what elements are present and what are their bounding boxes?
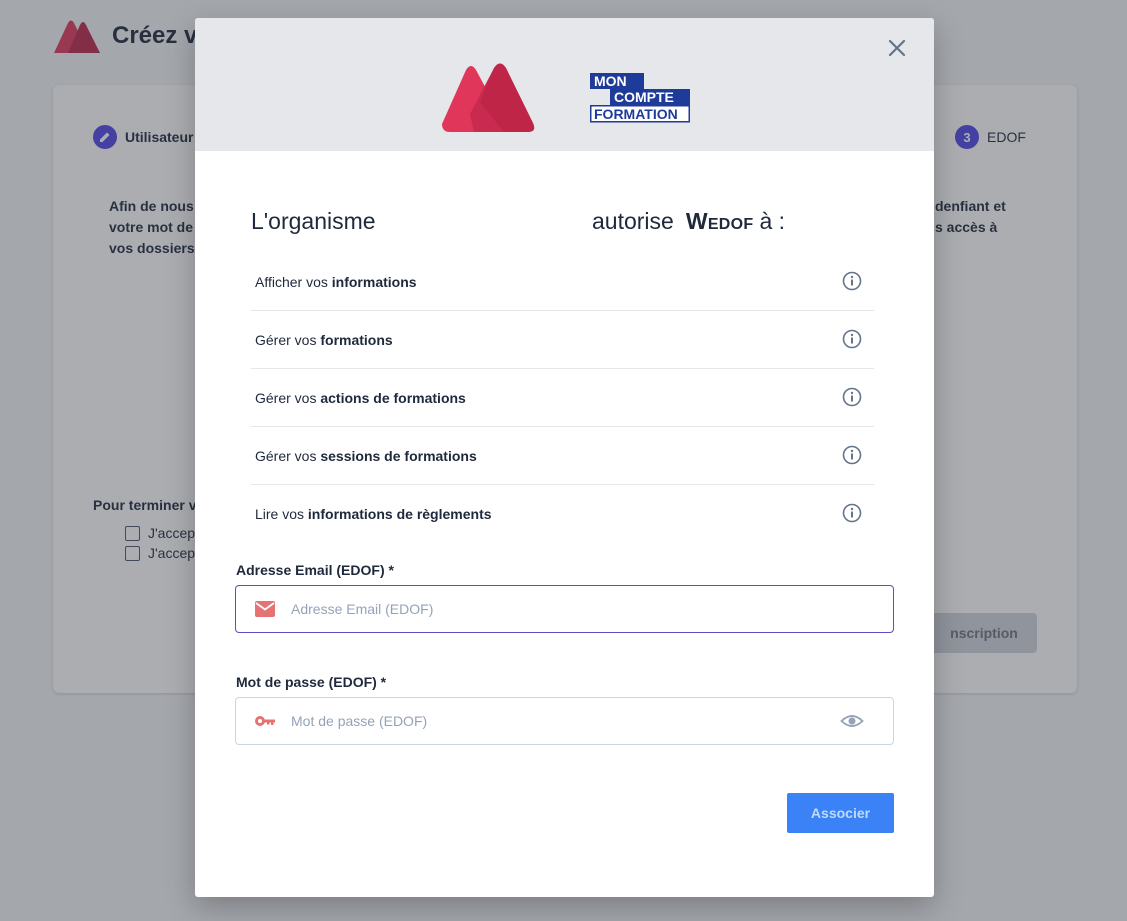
info-icon[interactable] [842,271,862,291]
associate-button[interactable]: Associer [787,793,894,833]
app-name: Wedof [685,208,754,234]
wedof-logo-icon [442,63,535,132]
svg-text:FORMATION: FORMATION [594,106,678,122]
dialog-header: MON COMPTE FORMATION [195,18,934,151]
close-icon[interactable] [885,36,909,60]
info-icon[interactable] [842,445,862,465]
info-icon[interactable] [842,329,862,349]
list-item: Gérer vos formations [251,311,874,369]
password-input[interactable] [289,705,840,737]
info-icon[interactable] [842,503,862,523]
eye-icon[interactable] [840,709,864,733]
authorization-statement: autorise Wedof à : [592,208,786,234]
authorization-subject: L'organisme [251,208,376,234]
mail-icon [255,601,275,617]
password-field[interactable] [235,697,894,745]
email-input[interactable] [289,593,893,625]
key-icon [255,716,275,726]
password-label: Mot de passe (EDOF) * [236,674,387,690]
svg-text:MON: MON [594,73,627,89]
email-field[interactable] [235,585,894,633]
list-item: Gérer vos sessions de formations [251,427,874,485]
email-label: Adresse Email (EDOF) * [236,562,394,578]
list-item: Lire vos informations de règlements [251,485,874,542]
list-item: Gérer vos actions de formations [251,369,874,427]
svg-text:COMPTE: COMPTE [614,89,674,105]
edof-auth-dialog: MON COMPTE FORMATION L'organisme autoris… [195,18,934,897]
info-icon[interactable] [842,387,862,407]
permissions-list: Afficher vos informations Gérer vos form… [251,253,874,542]
list-item: Afficher vos informations [251,253,874,311]
mon-compte-formation-logo: MON COMPTE FORMATION [590,73,690,123]
